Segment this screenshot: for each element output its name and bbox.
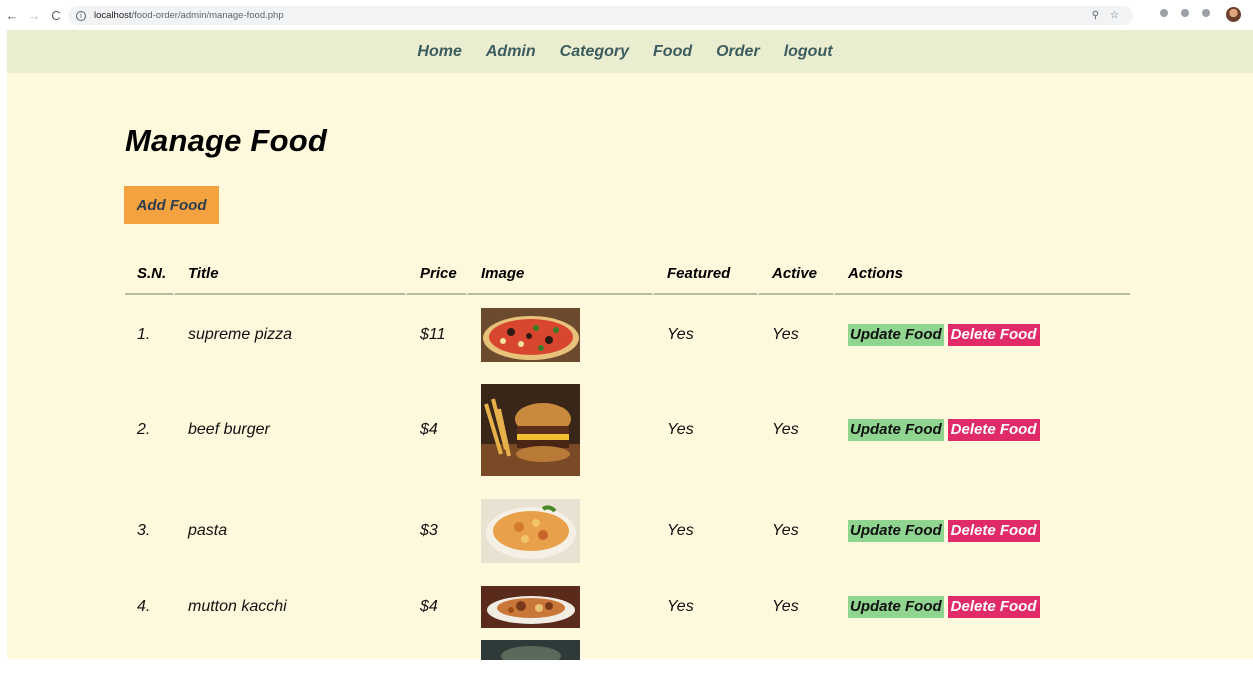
- header-featured: Featured: [652, 260, 757, 295]
- nav-logout[interactable]: logout: [784, 43, 833, 61]
- pasta-image: [481, 499, 580, 563]
- food-image: [481, 640, 580, 660]
- update-food-button[interactable]: Update Food: [848, 520, 944, 542]
- cell-actions: Update Food Delete Food: [833, 485, 1130, 577]
- back-icon[interactable]: ←: [4, 8, 20, 23]
- puzzle-icon[interactable]: [1202, 9, 1210, 17]
- cell-sn: 1.: [137, 326, 151, 343]
- cell-title: pasta: [188, 522, 228, 539]
- table-row: 4. mutton kacchi $4 Yes Yes Update Food …: [125, 577, 1130, 637]
- cell-sn: 3.: [137, 522, 151, 539]
- cell-active: Yes: [772, 421, 799, 438]
- nav-home[interactable]: Home: [417, 43, 461, 61]
- cell-active: Yes: [772, 598, 799, 615]
- reload-icon[interactable]: C: [48, 8, 64, 23]
- cell-price: $11: [420, 326, 446, 343]
- cell-active: Yes: [772, 326, 799, 343]
- cell-title: beef burger: [188, 421, 270, 438]
- cell-title: supreme pizza: [188, 326, 293, 343]
- cell-price: $4: [420, 598, 438, 615]
- cell-actions: Update Food Delete Food: [833, 577, 1130, 637]
- delete-food-button[interactable]: Delete Food: [947, 324, 1040, 346]
- cell-sn: 4.: [137, 598, 151, 615]
- bookmark-star-icon[interactable]: ☆: [1110, 10, 1119, 21]
- cell-featured: Yes: [667, 598, 694, 615]
- header-title: Title: [173, 260, 405, 295]
- nav-admin[interactable]: Admin: [486, 43, 536, 61]
- url-text: localhost/food-order/admin/manage-food.p…: [94, 10, 284, 21]
- nav-category[interactable]: Category: [560, 43, 629, 61]
- cell-image: [466, 637, 652, 697]
- pizza-image: [481, 308, 580, 362]
- page-body: Home Admin Category Food Order logout Ma…: [7, 30, 1253, 660]
- update-food-button[interactable]: Update Food: [848, 324, 944, 346]
- extensions-area: [1160, 9, 1210, 17]
- cell-actions: Update Food Delete Food: [833, 375, 1130, 485]
- browser-toolbar: ← → C i localhost/food-order/admin/manag…: [0, 0, 1253, 30]
- cell-image: [466, 485, 652, 577]
- cell-featured: Yes: [667, 326, 694, 343]
- info-icon[interactable]: i: [76, 10, 86, 21]
- cell-price: $3: [420, 522, 438, 539]
- delete-food-button[interactable]: Delete Food: [947, 596, 1040, 618]
- table-row: 3. pasta $3 Yes Yes Update Food Delete F…: [125, 485, 1130, 577]
- profile-avatar[interactable]: [1226, 7, 1241, 22]
- add-food-button[interactable]: Add Food: [124, 186, 219, 224]
- cell-active: Yes: [772, 522, 799, 539]
- cell-featured: Yes: [667, 522, 694, 539]
- table-header-row: S.N. Title Price Image Featured Active A…: [125, 260, 1130, 295]
- kacchi-image: [481, 586, 580, 628]
- header-active: Active: [757, 260, 833, 295]
- header-actions: Actions: [833, 260, 1130, 295]
- zoom-icon[interactable]: ⚲: [1092, 10, 1099, 21]
- extension-icon[interactable]: [1181, 9, 1189, 17]
- header-image: Image: [466, 260, 652, 295]
- delete-food-button[interactable]: Delete Food: [947, 419, 1040, 441]
- address-bar[interactable]: i localhost/food-order/admin/manage-food…: [68, 6, 1133, 25]
- cell-price: $4: [420, 421, 438, 438]
- top-nav: Home Admin Category Food Order logout: [7, 30, 1253, 73]
- header-sn: S.N.: [125, 260, 173, 295]
- table-row: [125, 637, 1130, 697]
- cell-image: [466, 577, 652, 637]
- extension-icon[interactable]: [1160, 9, 1168, 17]
- header-price: Price: [405, 260, 466, 295]
- update-food-button[interactable]: Update Food: [848, 596, 944, 618]
- delete-food-button[interactable]: Delete Food: [947, 520, 1040, 542]
- food-table: S.N. Title Price Image Featured Active A…: [125, 260, 1130, 697]
- cell-image: [466, 295, 652, 375]
- cell-title: mutton kacchi: [188, 598, 287, 615]
- update-food-button[interactable]: Update Food: [848, 419, 944, 441]
- cell-sn: 2.: [137, 421, 151, 438]
- table-row: 1. supreme pizza $11 Yes Yes Update Food…: [125, 295, 1130, 375]
- burger-image: [481, 384, 580, 476]
- cell-featured: Yes: [667, 421, 694, 438]
- nav-order[interactable]: Order: [716, 43, 760, 61]
- cell-actions: Update Food Delete Food: [833, 295, 1130, 375]
- cell-image: [466, 375, 652, 485]
- nav-food[interactable]: Food: [653, 43, 692, 61]
- page-title: Manage Food: [125, 123, 327, 158]
- forward-icon[interactable]: →: [26, 8, 42, 23]
- table-row: 2. beef burger $4 Yes Yes Update Food De…: [125, 375, 1130, 485]
